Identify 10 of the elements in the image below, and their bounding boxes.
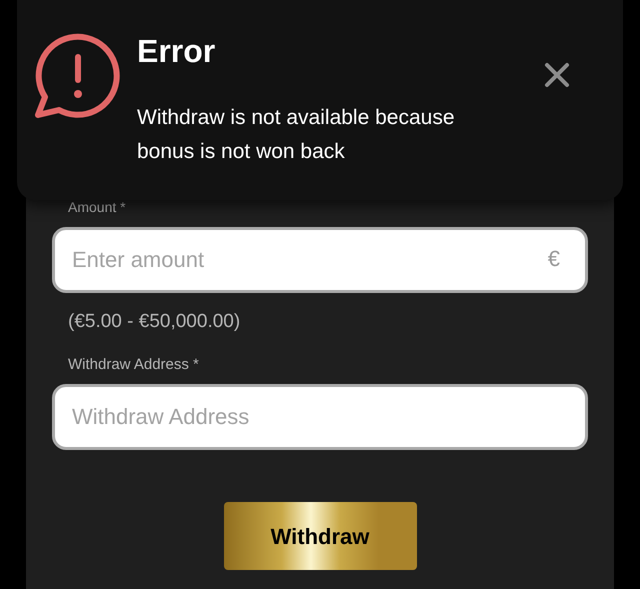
amount-range-hint: (€5.00 - €50,000.00) xyxy=(68,310,242,334)
toast-title: Error xyxy=(137,32,216,71)
address-field[interactable]: Withdraw Address xyxy=(52,384,588,450)
toast-message: Withdraw is not available because bonus is not won back xyxy=(137,105,456,165)
withdraw-button[interactable]: Withdraw xyxy=(224,502,416,570)
close-icon[interactable] xyxy=(544,62,570,88)
field-label: Withdraw Address * xyxy=(68,356,200,374)
field-label: Amount * xyxy=(68,198,127,216)
alert-message-icon xyxy=(33,33,121,121)
currency-symbol: € xyxy=(548,246,560,272)
